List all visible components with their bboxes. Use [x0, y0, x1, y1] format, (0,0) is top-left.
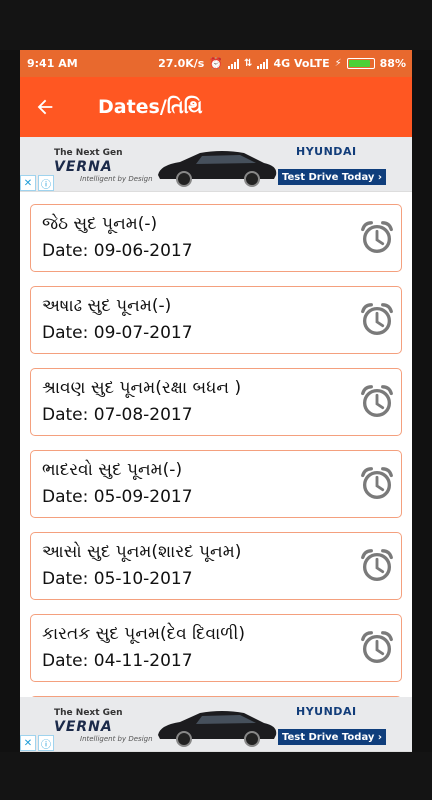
ad-tagline-bottom: Intelligent by Design: [80, 175, 153, 183]
alarm-clock-icon[interactable]: [358, 383, 396, 421]
ad-model-name: VERNA: [54, 719, 113, 735]
event-card[interactable]: ભાદરવો સુદ પૂનમ(-) Date: 05-09-2017: [30, 450, 402, 518]
battery-fill: [348, 60, 370, 67]
arrow-left-icon: [37, 99, 53, 115]
alarm-status-icon: ⏰: [209, 57, 224, 70]
event-card[interactable]: જેઠ સુદ પૂનમ(-) Date: 09-06-2017: [30, 204, 402, 272]
event-name: શ્રાવણ સુદ પૂનમ(રક્ષા બધન ): [42, 378, 242, 398]
alarm-clock-icon[interactable]: [358, 219, 396, 257]
event-name: આસો સુદ પૂનમ(શારદ પૂનમ): [42, 542, 242, 562]
ad-model-name: VERNA: [54, 159, 113, 175]
ad-tagline-top: The Next Gen: [54, 708, 123, 718]
ad-brand-logo: HYUNDAI: [296, 705, 357, 718]
ad-close-icon[interactable]: ✕: [20, 735, 36, 751]
alarm-clock-icon[interactable]: [358, 301, 396, 339]
event-date: Date: 04-11-2017: [42, 651, 193, 671]
event-card[interactable]: અષાઢ સુદ પૂનમ(-) Date: 09-07-2017: [30, 286, 402, 354]
event-date: Date: 07-08-2017: [42, 405, 193, 425]
signal-icon-2: [257, 58, 269, 69]
page-title: Dates/તિથિ: [98, 96, 203, 118]
ad-choices[interactable]: ✕ ⓘ: [20, 735, 54, 751]
ad-choices[interactable]: ✕ ⓘ: [20, 175, 54, 191]
event-date: Date: 09-06-2017: [42, 241, 193, 261]
event-card[interactable]: કારતક સુદ પૂનમ(દેવ દિવાળી) Date: 04-11-20…: [30, 614, 402, 682]
ad-tagline-bottom: Intelligent by Design: [80, 735, 153, 743]
ad-close-icon[interactable]: ✕: [20, 175, 36, 191]
alarm-clock-icon[interactable]: [358, 465, 396, 503]
signal-icon: [228, 58, 240, 69]
status-time: 9:41 AM: [27, 57, 78, 70]
ad-info-icon[interactable]: ⓘ: [38, 735, 54, 751]
event-card[interactable]: આસો સુદ પૂનમ(શારદ પૂનમ) Date: 05-10-2017: [30, 532, 402, 600]
status-indicators: 27.0K/s ⏰ ⇅ 4G VoLTE ⚡ 88%: [158, 57, 406, 70]
event-card[interactable]: શ્રાવણ સુદ પૂનમ(રક્ષા બધન ) Date: 07-08-2…: [30, 368, 402, 436]
event-name: કારતક સુદ પૂનમ(દેવ દિવાળી): [42, 624, 245, 644]
app-screen: 9:41 AM 27.0K/s ⏰ ⇅ 4G VoLTE ⚡ 88% Dates…: [20, 50, 412, 752]
ad-cta-button[interactable]: Test Drive Today ›: [278, 169, 386, 185]
alarm-clock-icon[interactable]: [358, 547, 396, 585]
top-ad-banner[interactable]: The Next Gen VERNA Intelligent by Design…: [20, 137, 412, 192]
car-image: [158, 711, 277, 747]
event-date: Date: 05-09-2017: [42, 487, 193, 507]
phone-bottom-bezel: [0, 752, 432, 800]
app-toolbar: Dates/તિથિ: [20, 77, 412, 137]
status-bar: 9:41 AM 27.0K/s ⏰ ⇅ 4G VoLTE ⚡ 88%: [20, 50, 412, 77]
charging-icon: ⚡: [334, 58, 342, 69]
event-date: Date: 05-10-2017: [42, 569, 193, 589]
bottom-ad-banner[interactable]: The Next Gen VERNA Intelligent by Design…: [20, 697, 412, 752]
battery-icon: [346, 58, 375, 69]
battery-percent: 88%: [379, 57, 406, 70]
network-speed: 27.0K/s: [158, 57, 205, 70]
car-image: [158, 151, 277, 187]
event-name: અષાઢ સુદ પૂનમ(-): [42, 296, 172, 316]
event-name: જેઠ સુદ પૂનમ(-): [42, 214, 158, 234]
ad-tagline-top: The Next Gen: [54, 148, 123, 158]
ad-cta-button[interactable]: Test Drive Today ›: [278, 729, 386, 745]
event-name: ભાદરવો સુદ પૂનમ(-): [42, 460, 183, 480]
ad-brand-logo: HYUNDAI: [296, 145, 357, 158]
ad-info-icon[interactable]: ⓘ: [38, 175, 54, 191]
network-type: 4G VoLTE: [273, 57, 330, 70]
event-list: જેઠ સુદ પૂનમ(-) Date: 09-06-2017 અષાઢ સુદ …: [20, 192, 412, 752]
data-transfer-icon: ⇅: [244, 58, 253, 69]
back-button[interactable]: [20, 77, 70, 137]
phone-top-bezel: [0, 0, 432, 50]
event-date: Date: 09-07-2017: [42, 323, 193, 343]
alarm-clock-icon[interactable]: [358, 629, 396, 667]
